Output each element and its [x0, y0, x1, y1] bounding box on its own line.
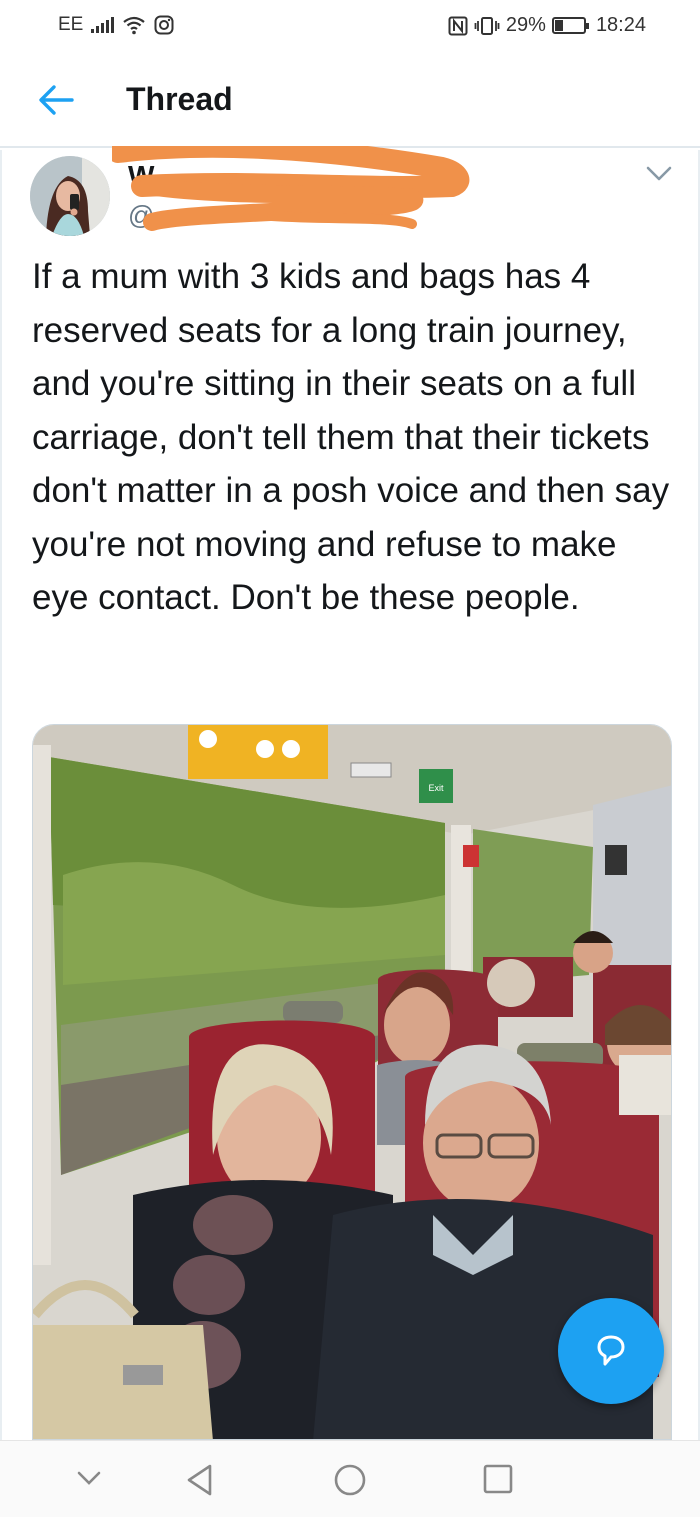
avatar[interactable]	[30, 156, 110, 236]
page-title: Thread	[126, 81, 233, 117]
wifi-icon	[123, 16, 146, 35]
status-left: EE	[58, 14, 174, 36]
signal-icon	[91, 17, 115, 33]
tweet-text: If a mum with 3 kids and bags has 4 rese…	[32, 257, 670, 617]
app-header: Thread	[0, 52, 700, 148]
nfc-icon	[448, 16, 468, 35]
status-bar: EE 29% 18:24	[0, 0, 700, 52]
carrier-label: EE	[58, 14, 84, 35]
battery-icon	[551, 17, 589, 34]
arrow-left-icon[interactable]	[36, 82, 76, 118]
chevron-down-icon[interactable]	[644, 162, 674, 184]
status-right: 29% 18:24	[448, 14, 646, 37]
battery-fill	[554, 20, 563, 31]
nav-recents-icon[interactable]	[482, 1463, 514, 1495]
compose-reply-button[interactable]	[558, 1298, 664, 1404]
instagram-icon	[154, 15, 174, 35]
system-nav-bar	[0, 1440, 700, 1517]
nav-home-icon[interactable]	[333, 1463, 367, 1497]
clock: 18:24	[595, 14, 646, 36]
collapse-chevron-icon[interactable]	[74, 1463, 104, 1493]
avatar-photo	[30, 156, 110, 236]
battery-percent: 29%	[505, 14, 546, 36]
compose-reply-icon	[597, 1335, 625, 1366]
vibrate-icon	[474, 16, 500, 35]
nav-back-icon[interactable]	[184, 1463, 216, 1497]
exit-sign-text: Exit	[428, 783, 444, 793]
redaction-scribble	[112, 146, 470, 231]
tweet-card[interactable]: W @ win If a mum with 3 kids and bags ha…	[0, 146, 700, 1440]
